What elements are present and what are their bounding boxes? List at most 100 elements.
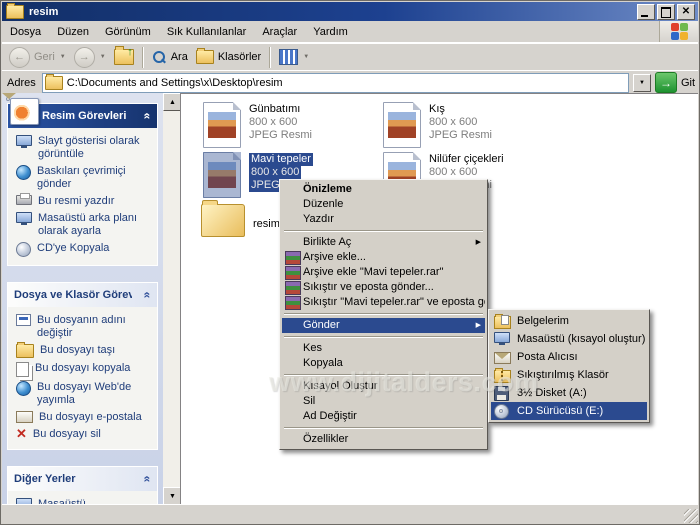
file-kis[interactable]: Kış 800 x 600 JPEG Resmi bbox=[383, 102, 492, 148]
floppy-disk-icon bbox=[494, 386, 509, 401]
copy-file-icon bbox=[16, 362, 29, 377]
cd-drive-icon bbox=[494, 404, 509, 419]
context-menu-item-kes[interactable]: Kes bbox=[282, 341, 485, 356]
menu-yardim[interactable]: Yardım bbox=[305, 23, 356, 41]
views-button[interactable]: ▼ bbox=[276, 48, 312, 66]
context-menu-item-kisayol-olustur[interactable]: Kısayol Oluştur bbox=[282, 379, 485, 394]
window-folder-icon[interactable] bbox=[6, 2, 24, 19]
submenu-arrow-icon: ▶ bbox=[475, 322, 481, 329]
address-input[interactable]: C:\Documents and Settings\x\Desktop\resi… bbox=[41, 72, 629, 93]
context-menu-item-arsive-ekle-rar[interactable]: Arşive ekle "Mavi tepeler.rar" bbox=[282, 265, 485, 280]
image-file-icon bbox=[203, 102, 241, 148]
back-button[interactable]: ← Geri ▼ bbox=[6, 46, 69, 69]
panel-other-places: Diğer Yerler « Masaüstü Resimlerim bbox=[7, 466, 158, 505]
file-dimensions: 800 x 600 bbox=[249, 166, 302, 179]
menu-duzen[interactable]: Düzen bbox=[49, 23, 97, 41]
file-dimensions: 800 x 600 bbox=[249, 116, 298, 128]
image-file-icon bbox=[203, 152, 241, 198]
toolbar-separator bbox=[269, 46, 272, 68]
search-button[interactable]: Ara bbox=[149, 49, 191, 66]
task-delete-file[interactable]: ✕ Bu dosyayı sil bbox=[16, 426, 154, 441]
task-email-file[interactable]: Bu dosyayı e-postala bbox=[16, 411, 154, 424]
window-title: resim bbox=[29, 5, 59, 18]
close-button[interactable] bbox=[677, 3, 695, 20]
publish-web-icon bbox=[16, 381, 31, 396]
menu-araclar[interactable]: Araçlar bbox=[254, 23, 305, 41]
back-dropdown-icon[interactable]: ▼ bbox=[60, 54, 66, 60]
file-gunbatimi[interactable]: Günbatımı 800 x 600 JPEG Resmi bbox=[203, 102, 312, 148]
task-copy-file[interactable]: Bu dosyayı kopyala bbox=[16, 362, 154, 377]
send-to-item-cd-surucusu[interactable]: CD Sürücüsü (E:) bbox=[491, 402, 647, 420]
folders-icon bbox=[195, 48, 214, 64]
forward-button[interactable]: → ▼ bbox=[71, 46, 109, 69]
resize-grip[interactable] bbox=[684, 509, 698, 523]
send-to-item-disket[interactable]: 3½ Disket (A:) bbox=[491, 384, 647, 402]
task-publish-to-web[interactable]: Bu dosyayı Web'de yayımla bbox=[16, 381, 154, 407]
task-copy-to-cd[interactable]: CD'ye Kopyala bbox=[16, 242, 154, 257]
forward-dropdown-icon[interactable]: ▼ bbox=[100, 54, 106, 60]
desktop-background-icon bbox=[16, 212, 32, 225]
task-rename-file[interactable]: Bu dosyanın adını değiştir bbox=[16, 314, 154, 340]
file-name: Günbatımı bbox=[249, 103, 301, 115]
up-folder-icon: ↑ bbox=[113, 46, 134, 65]
context-menu-item-ad-degistir[interactable]: Ad Değiştir bbox=[282, 409, 485, 424]
panel-picture-tasks-header[interactable]: Resim Görevleri « bbox=[8, 98, 157, 128]
image-file-icon bbox=[383, 102, 421, 148]
context-menu-item-sikistir-eposta[interactable]: Sıkıştır ve eposta gönder... bbox=[282, 280, 485, 295]
context-menu-item-ozellikler[interactable]: Özellikler bbox=[282, 432, 485, 447]
folders-button[interactable]: Klasörler bbox=[193, 48, 264, 65]
delete-x-icon: ✕ bbox=[16, 426, 27, 441]
menu-separator bbox=[284, 313, 483, 315]
file-name: Mavi tepeler bbox=[249, 153, 313, 166]
address-dropdown-button[interactable]: ▼ bbox=[632, 73, 651, 92]
file-type: JPEG Resmi bbox=[249, 129, 312, 141]
context-menu-item-sil[interactable]: Sil bbox=[282, 394, 485, 409]
task-set-as-desktop-background[interactable]: Masaüstü arka planı olarak ayarla bbox=[16, 212, 154, 238]
menu-gorunum[interactable]: Görünüm bbox=[97, 23, 159, 41]
context-menu-item-arsive-ekle[interactable]: Arşive ekle... bbox=[282, 250, 485, 265]
minimize-button[interactable] bbox=[637, 3, 655, 20]
menu-dosya[interactable]: Dosya bbox=[2, 23, 49, 41]
menu-separator bbox=[284, 427, 483, 429]
menu-separator bbox=[284, 374, 483, 376]
rename-icon bbox=[16, 314, 31, 326]
send-to-item-posta-alicisi[interactable]: Posta Alıcısı bbox=[491, 348, 647, 366]
context-menu-item-gonder[interactable]: Gönder ▶ bbox=[282, 318, 485, 333]
collapse-chevron-icon[interactable]: « bbox=[141, 113, 155, 120]
sidebar-scrollbar[interactable]: ▲ ▼ bbox=[163, 93, 182, 505]
slideshow-icon bbox=[16, 135, 32, 148]
task-move-file[interactable]: Bu dosyayı taşı bbox=[16, 342, 154, 358]
task-order-prints-online[interactable]: Baskıları çevrimiçi gönder bbox=[16, 165, 154, 191]
menu-sik-kullanilanlar[interactable]: Sık Kullanılanlar bbox=[159, 23, 255, 41]
context-menu-item-duzenle[interactable]: Düzenle bbox=[282, 197, 485, 212]
context-menu-item-kopyala[interactable]: Kopyala bbox=[282, 356, 485, 371]
address-folder-icon bbox=[44, 73, 63, 90]
toolbar-separator bbox=[141, 46, 144, 68]
printer-icon bbox=[16, 193, 32, 205]
my-documents-icon bbox=[494, 314, 511, 329]
task-view-slideshow[interactable]: Slayt gösterisi olarak görüntüle bbox=[16, 135, 154, 161]
maximize-button[interactable] bbox=[657, 3, 675, 20]
collapse-chevron-icon[interactable]: « bbox=[141, 476, 155, 483]
file-type: JPEG Resmi bbox=[429, 129, 492, 141]
forward-arrow-icon: → bbox=[73, 46, 95, 68]
context-menu-item-sikistir-rar-eposta[interactable]: Sıkıştır "Mavi tepeler.rar" ve eposta gö… bbox=[282, 295, 485, 310]
title-bar[interactable]: resim bbox=[2, 2, 698, 21]
up-button[interactable]: ↑ bbox=[111, 46, 137, 66]
views-dropdown-icon[interactable]: ▼ bbox=[303, 54, 309, 60]
send-to-item-sikistirilmis-klasor[interactable]: Sıkıştırılmış Klasör bbox=[491, 366, 647, 384]
panel-other-places-header[interactable]: Diğer Yerler « bbox=[8, 467, 157, 491]
online-prints-icon bbox=[16, 165, 31, 180]
task-print-picture[interactable]: Bu resmi yazdır bbox=[16, 193, 154, 208]
send-to-item-belgelerim[interactable]: Belgelerim bbox=[491, 312, 647, 330]
panel-picture-tasks: Resim Görevleri « Slayt gösterisi olarak… bbox=[7, 98, 158, 266]
go-button-icon[interactable]: → bbox=[654, 72, 677, 93]
send-to-item-masaustu[interactable]: Masaüstü (kısayol oluştur) bbox=[491, 330, 647, 348]
collapse-chevron-icon[interactable]: « bbox=[141, 292, 155, 299]
folder-resim[interactable]: resim bbox=[201, 200, 280, 237]
panel-file-folder-tasks-header[interactable]: Dosya ve Klasör Görevleri « bbox=[8, 283, 157, 307]
context-menu-item-birlikte-ac[interactable]: Birlikte Aç ▶ bbox=[282, 235, 485, 250]
context-menu-item-yazdir[interactable]: Yazdır bbox=[282, 212, 485, 227]
context-menu-item-onizleme[interactable]: Önizleme bbox=[282, 182, 485, 197]
file-name: Kış bbox=[429, 103, 445, 115]
